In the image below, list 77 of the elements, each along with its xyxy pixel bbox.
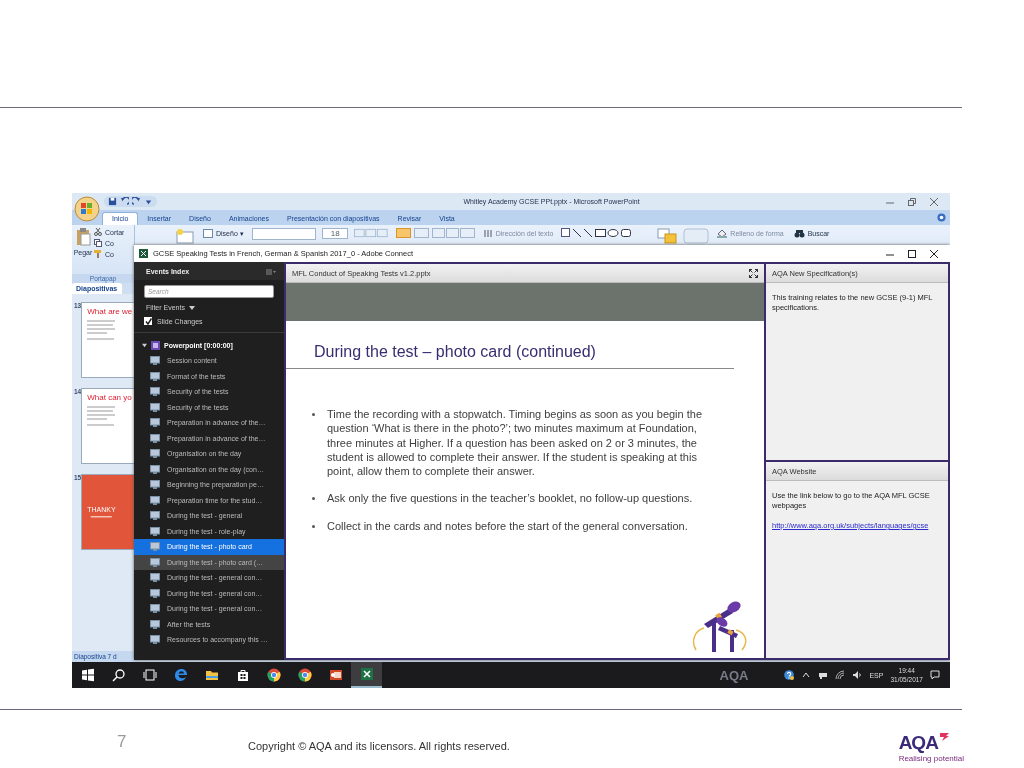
- notifications-icon[interactable]: [930, 670, 940, 680]
- chrome-icon: [266, 668, 281, 682]
- chevron-up-icon[interactable]: [801, 670, 812, 680]
- slides-app-icon: [328, 668, 343, 682]
- bullet-icon: [312, 413, 315, 416]
- binoculars-icon: [793, 229, 805, 238]
- taskbar-button[interactable]: [351, 662, 382, 688]
- bullet-icon: [312, 524, 315, 528]
- brush-icon: [94, 250, 102, 258]
- monitor-icon: [150, 356, 160, 366]
- slide-number: 7: [117, 732, 128, 752]
- presentation-icon: [151, 341, 160, 350]
- slide-thumbnail[interactable]: What are we: [81, 302, 134, 378]
- copy-icon: [94, 239, 102, 247]
- help-icon[interactable]: [784, 670, 795, 680]
- monitor-icon: [150, 526, 160, 536]
- bullet-icon: [312, 497, 315, 501]
- caret-icon: [188, 305, 195, 310]
- monitor-icon: [150, 588, 160, 598]
- monitor-icon: [150, 511, 160, 521]
- tagline: Realising potential: [898, 754, 964, 763]
- text-direction-icon: [483, 229, 493, 238]
- monitor-icon: [150, 557, 160, 567]
- spreadsheet-app-icon: [359, 667, 374, 681]
- start-icon: [80, 668, 95, 682]
- monitor-icon: [150, 418, 160, 428]
- monitor-icon: [150, 449, 160, 459]
- folder-icon: [204, 668, 219, 682]
- thumbnail-title: What are we: [87, 307, 134, 316]
- undo-icon[interactable]: [120, 197, 129, 206]
- monitor-icon: [150, 433, 160, 443]
- close-icon[interactable]: [930, 249, 938, 258]
- slide-title: During the test – photo card (continued): [313, 343, 597, 361]
- cut-icon: [94, 228, 102, 236]
- redo-icon[interactable]: [132, 197, 141, 206]
- bullet-text: Collect in the cards and notes before the start of the general conversation.: [327, 518, 689, 534]
- checkbox[interactable]: [144, 317, 152, 325]
- monitor-icon: [150, 573, 160, 583]
- monitor-icon: [150, 387, 160, 397]
- fullscreen-icon[interactable]: [749, 268, 758, 278]
- monitor-icon: [150, 480, 160, 490]
- app-icon: [139, 249, 148, 258]
- paint-bucket-icon: [717, 229, 728, 238]
- text-lines-icon: [87, 319, 118, 343]
- restore-icon[interactable]: [908, 197, 916, 206]
- copyright-text: Copyright © AQA and its licensors. All rights reserved.: [248, 740, 510, 752]
- menu-icon[interactable]: [266, 268, 276, 275]
- monitor-icon: [150, 402, 160, 412]
- task-view-icon: [142, 668, 157, 682]
- thumbnail-title: What can yo: [87, 393, 133, 402]
- logo-text: AQA: [898, 732, 938, 754]
- font-field[interactable]: [251, 228, 316, 240]
- bullet-text: Time the recording with a stopwatch. Timing begins as soon as you begin the question ‘What is there in the photo?’; two minutes maximum at Foundation, three minutes at Higher. If a question has been asked on 2 or 3 minutes, the student is allowed to complete their answer. If the student is speaking at this point, allow them to complete their answer.: [327, 407, 704, 479]
- bullet-text: Ask only the five questions in the teacher’s booklet, no follow-up questions.: [327, 491, 694, 506]
- expander-icon[interactable]: [142, 343, 147, 348]
- save-icon[interactable]: [108, 197, 117, 206]
- logo-mark-icon: [938, 732, 950, 742]
- text-lines-icon: [87, 405, 118, 429]
- maximize-icon[interactable]: [908, 249, 916, 258]
- monitor-icon: [150, 604, 160, 614]
- monitor-icon: [150, 635, 160, 645]
- monitor-icon: [150, 542, 160, 552]
- clipboard-icon: [75, 228, 91, 246]
- slide-thumbnail[interactable]: What can yo: [81, 388, 134, 464]
- chrome-icon: [297, 668, 312, 682]
- wifi-icon[interactable]: [835, 670, 846, 680]
- monitor-icon: [150, 371, 160, 381]
- search-icon: [111, 668, 126, 682]
- shopping-bag-icon: [235, 668, 250, 682]
- monitor-icon: [150, 619, 160, 629]
- font-size-field[interactable]: 18: [321, 228, 348, 239]
- layout-icon: [203, 229, 213, 238]
- volume-icon[interactable]: [852, 670, 863, 680]
- browser-icon: [173, 668, 188, 682]
- monitor-icon: [150, 464, 160, 474]
- faded-logo-text: AQA: [719, 667, 749, 683]
- monitor-icon: [150, 495, 160, 505]
